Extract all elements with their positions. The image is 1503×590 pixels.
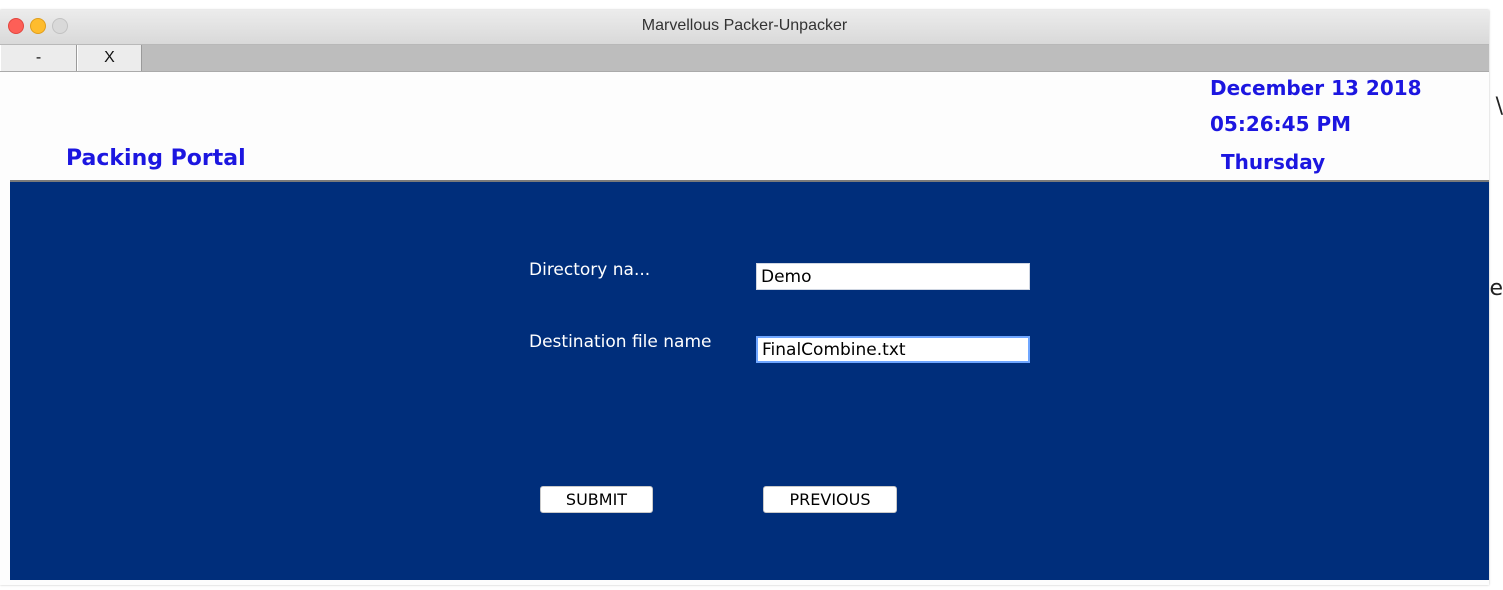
tab-close[interactable]: X bbox=[77, 45, 142, 71]
title-bar: Marvellous Packer-Unpacker bbox=[0, 10, 1489, 45]
directory-label: Directory na... bbox=[529, 260, 651, 280]
previous-button[interactable]: PREVIOUS bbox=[763, 486, 897, 513]
header: Packing Portal December 13 2018 05:26:45… bbox=[0, 72, 1489, 180]
window-title: Marvellous Packer-Unpacker bbox=[641, 17, 848, 34]
form-panel: Directory na... Destination file name SU… bbox=[10, 182, 1489, 580]
day-display: Thursday bbox=[1221, 150, 1326, 174]
directory-input[interactable] bbox=[756, 263, 1030, 290]
destination-input[interactable] bbox=[756, 336, 1030, 363]
submit-button[interactable]: SUBMIT bbox=[540, 486, 653, 513]
destination-label: Destination file name bbox=[529, 332, 712, 352]
app-window: Marvellous Packer-Unpacker - X Packing P… bbox=[0, 10, 1489, 585]
date-display: December 13 2018 bbox=[1210, 76, 1422, 100]
time-display: 05:26:45 PM bbox=[1210, 112, 1352, 136]
tab-minimize[interactable]: - bbox=[0, 45, 77, 71]
tab-bar: - X bbox=[0, 45, 1489, 72]
background-text-fragment: \ bbox=[1495, 94, 1503, 119]
background-text-fragment: e bbox=[1489, 276, 1503, 301]
page-title: Packing Portal bbox=[66, 146, 246, 171]
